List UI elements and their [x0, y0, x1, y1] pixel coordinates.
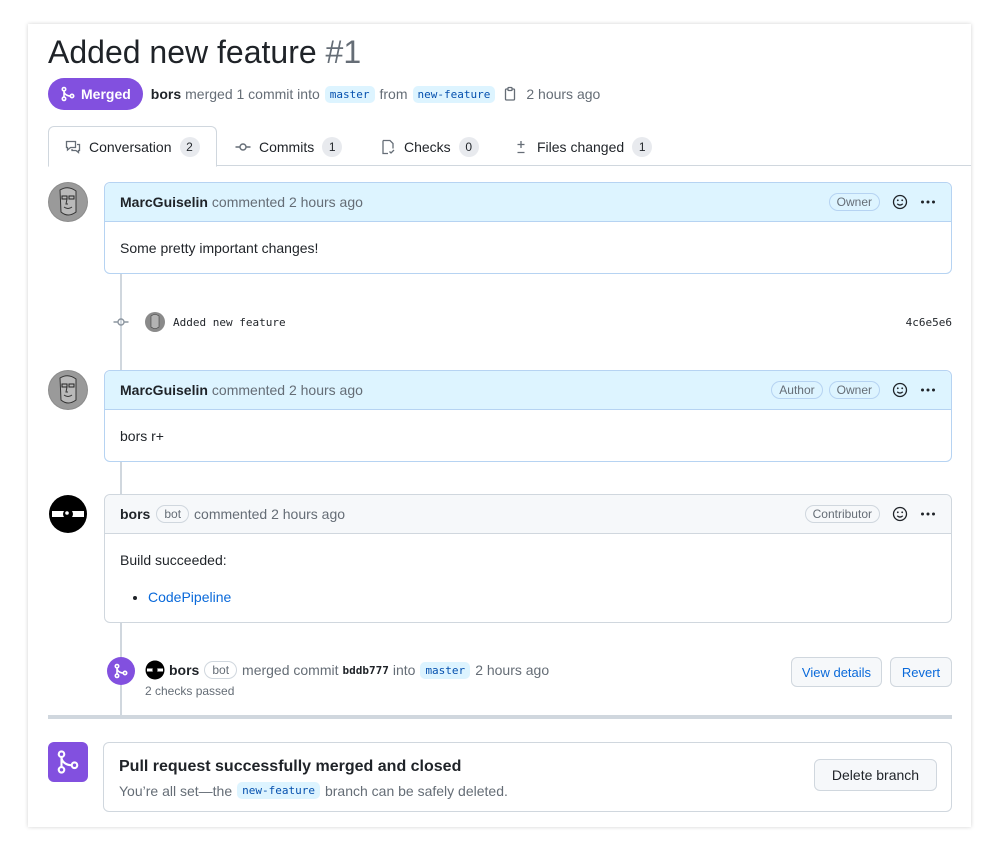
view-details-button[interactable]: View details: [791, 657, 882, 687]
kebab-menu-icon[interactable]: [920, 194, 936, 210]
avatar[interactable]: [145, 660, 165, 680]
comment-timestamp[interactable]: commented 2 hours ago: [212, 194, 363, 210]
commit-event: Added new feature 4c6e5e6: [108, 311, 952, 333]
git-merge-icon: [114, 663, 128, 679]
merge-author[interactable]: bors: [169, 662, 199, 678]
avatar[interactable]: [48, 370, 88, 410]
pr-title: Added new feature: [48, 34, 317, 70]
comment-box: bors bot commented 2 hours ago Contribut…: [104, 494, 952, 623]
comment-timestamp[interactable]: commented 2 hours ago: [194, 506, 345, 522]
comment-discussion-icon: [65, 140, 81, 154]
tab-counter: 1: [632, 136, 653, 157]
delete-branch-button[interactable]: Delete branch: [814, 759, 937, 791]
tab-label: Commits: [259, 138, 315, 155]
merge-time: 2 hours ago: [526, 86, 601, 102]
owner-label: Owner: [828, 193, 880, 211]
kebab-menu-icon[interactable]: [920, 506, 936, 522]
tab-checks[interactable]: Checks 0: [364, 126, 495, 167]
codepipeline-link[interactable]: CodePipeline: [148, 589, 231, 605]
git-merge-icon: [61, 86, 75, 102]
merge-event-time[interactable]: 2 hours ago: [475, 662, 549, 678]
kebab-menu-icon[interactable]: [920, 382, 936, 398]
timeline-divider: [48, 715, 952, 719]
bot-label: bot: [156, 505, 190, 523]
bot-label: bot: [204, 661, 238, 679]
merge-event: bors bot merged commit bddb777 into mast…: [107, 657, 952, 701]
merge-summary-text: merged 1 commit into: [185, 86, 320, 102]
merge-event-text: bors bot merged commit bddb777 into mast…: [145, 660, 549, 680]
smiley-icon[interactable]: [892, 382, 908, 398]
merge-event-badge: [107, 657, 135, 685]
comment-header: MarcGuiselin commented 2 hours ago Owner: [105, 183, 951, 222]
comment-body: Some pretty important changes!: [120, 240, 319, 256]
comment-box: MarcGuiselin commented 2 hours ago Autho…: [104, 370, 952, 462]
pipeline-list: CodePipeline: [148, 589, 936, 605]
head-branch[interactable]: new-feature: [412, 85, 496, 103]
merged-sub-text: You’re all set—the: [119, 782, 233, 799]
smiley-icon[interactable]: [892, 506, 908, 522]
smiley-icon[interactable]: [892, 194, 908, 210]
comment-timestamp[interactable]: commented 2 hours ago: [212, 382, 363, 398]
git-merge-icon: [57, 750, 79, 774]
merged-status-title: Pull request successfully merged and clo…: [119, 758, 462, 775]
tab-label: Checks: [404, 138, 451, 155]
avatar[interactable]: [48, 494, 88, 534]
pr-state-row: Merged bors merged 1 commit into master …: [48, 78, 600, 110]
copy-icon[interactable]: [502, 86, 518, 102]
merged-state-label: Merged: [81, 86, 131, 102]
comment-body: Build succeeded: CodePipeline: [105, 534, 951, 605]
commit-message[interactable]: Added new feature: [173, 316, 286, 329]
pr-tabs: Conversation 2 Commits 1 Checks 0 Files …: [48, 126, 971, 167]
tab-commits[interactable]: Commits 1: [219, 126, 358, 167]
tab-counter: 0: [458, 136, 479, 157]
tab-files-changed[interactable]: Files changed 1: [497, 126, 668, 167]
comment-body: bors r+: [120, 428, 164, 444]
tab-counter: 2: [179, 136, 200, 157]
pull-request-page: Added new feature #1 Merged bors merged …: [28, 24, 971, 827]
from-text: from: [379, 86, 408, 102]
tab-conversation[interactable]: Conversation 2: [48, 126, 217, 167]
into-text: into: [392, 662, 416, 678]
merged-by-author[interactable]: bors: [151, 86, 181, 102]
merged-status-icon-box: [48, 742, 88, 782]
tab-label: Conversation: [89, 138, 172, 155]
comment-header: MarcGuiselin commented 2 hours ago Autho…: [105, 371, 951, 410]
deletable-branch[interactable]: new-feature: [237, 782, 320, 799]
base-branch[interactable]: master: [324, 85, 375, 103]
comment-box: MarcGuiselin commented 2 hours ago Owner…: [104, 182, 952, 274]
merge-action: merged commit: [242, 662, 339, 678]
git-commit-icon: [113, 318, 129, 326]
revert-button[interactable]: Revert: [890, 657, 952, 687]
merged-state-badge: Merged: [48, 78, 143, 110]
merged-status-subtitle: You’re all set—the new-feature branch ca…: [119, 782, 508, 799]
git-commit-icon: [235, 142, 251, 151]
pr-number: #1: [325, 34, 362, 70]
comment-header: bors bot commented 2 hours ago Contribut…: [105, 495, 951, 534]
list-item: CodePipeline: [148, 589, 936, 605]
build-status-text: Build succeeded:: [120, 552, 227, 568]
tab-counter: 1: [322, 136, 343, 157]
page-title: Added new feature #1: [48, 34, 361, 71]
merged-status-box: Pull request successfully merged and clo…: [103, 742, 952, 812]
file-diff-icon: [517, 140, 525, 153]
avatar[interactable]: [48, 182, 88, 222]
comment-author[interactable]: bors: [120, 506, 150, 522]
author-label: Author: [771, 381, 823, 399]
merge-target-branch[interactable]: master: [420, 661, 471, 679]
merge-commit-sha[interactable]: bddb777: [343, 664, 389, 677]
comment-author[interactable]: MarcGuiselin: [120, 194, 208, 210]
checklist-icon: [382, 139, 395, 154]
contributor-label: Contributor: [804, 505, 880, 523]
tab-label: Files changed: [537, 138, 625, 155]
avatar[interactable]: [145, 312, 165, 332]
checks-passed-text[interactable]: 2 checks passed: [145, 684, 234, 698]
commit-sha[interactable]: 4c6e5e6: [906, 316, 952, 329]
owner-label: Owner: [828, 381, 880, 399]
comment-author[interactable]: MarcGuiselin: [120, 382, 208, 398]
merged-sub-text: branch can be safely deleted.: [324, 782, 508, 799]
